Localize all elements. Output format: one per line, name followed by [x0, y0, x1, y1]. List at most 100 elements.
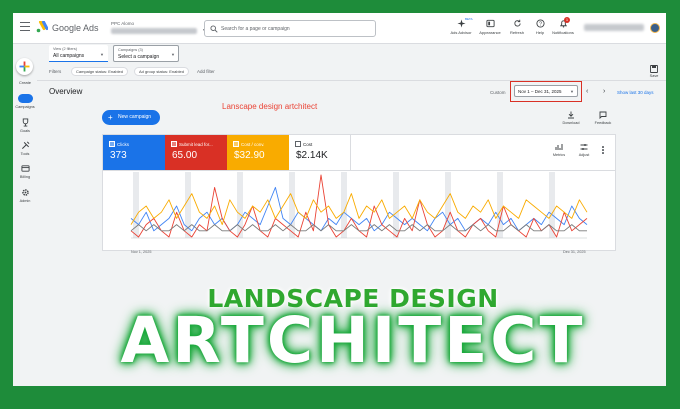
- adjust-label: Adjust: [578, 153, 590, 157]
- chevron-down-icon: ▼: [570, 89, 574, 94]
- campaign-selector[interactable]: Campaigns (3) Select a campaign ▼: [113, 45, 179, 62]
- save-icon: [650, 65, 658, 73]
- metric-title: Clicks: [109, 141, 129, 147]
- tools-icon: [21, 141, 29, 150]
- adjust-icon: [580, 144, 588, 150]
- view-value: All campaigns: [53, 53, 85, 59]
- view-filter-count: View (2 filters): [53, 47, 77, 51]
- x-axis-end-label: Dec 31, 2025: [563, 250, 586, 254]
- ads-advisor-button[interactable]: BETA Ads Advisor: [445, 17, 477, 35]
- search-icon: [210, 25, 218, 33]
- hamburger-menu-icon[interactable]: [20, 22, 30, 32]
- sidebar-item-tools[interactable]: Tools: [13, 141, 37, 156]
- help-icon: ?: [535, 19, 545, 28]
- gear-icon: [21, 189, 29, 196]
- create-button[interactable]: [16, 58, 33, 75]
- download-button[interactable]: Download: [559, 111, 583, 125]
- trophy-icon: [22, 118, 28, 127]
- more-options-icon[interactable]: [602, 146, 604, 155]
- app-name: Google Ads: [52, 23, 99, 33]
- sidebar-item-label: Tools: [20, 152, 30, 156]
- weekend-band: [289, 172, 295, 238]
- filter-chip-campaign-status[interactable]: Campaign status: Enabled: [71, 67, 128, 76]
- feedback-button[interactable]: Feedback: [591, 111, 615, 125]
- save-label: Save: [649, 74, 659, 78]
- campaign-value: Select a campaign: [118, 54, 160, 60]
- series-line-1: [130, 174, 588, 238]
- ads-advisor-label: Ads Advisor: [450, 30, 472, 35]
- x-axis-start-label: Nov 1, 2025: [131, 250, 152, 254]
- caption-text: Lanscape design artchitect: [222, 102, 318, 111]
- metrics-icon: [555, 144, 563, 150]
- metric-value: 373: [110, 150, 127, 161]
- billing-icon: [20, 165, 30, 172]
- previous-period-icon[interactable]: ‹: [586, 88, 588, 95]
- metric-title: Cost: [295, 141, 312, 147]
- metric-cost-per-conv[interactable]: Cost / conv. $32.90: [227, 135, 289, 170]
- metrics-label: Metrics: [552, 153, 566, 157]
- sidebar-item-label: Goals: [20, 129, 30, 133]
- notification-count-badge: 1: [564, 17, 570, 23]
- metric-value: 65.00: [172, 150, 198, 161]
- page-title: Overview: [49, 87, 83, 96]
- weekend-band: [341, 172, 347, 238]
- add-filter-link[interactable]: Add filter: [197, 69, 215, 74]
- metric-title: Submit lead for...: [171, 141, 213, 147]
- filter-chip-ad-group-status[interactable]: Ad group status: Enabled: [134, 67, 189, 76]
- sidebar-item-goals[interactable]: Goals: [13, 118, 37, 133]
- save-button[interactable]: Save: [647, 65, 661, 78]
- sidebar-item-admin[interactable]: Admin: [13, 188, 37, 203]
- plus-icon: [19, 61, 30, 72]
- account-id-blurred: [111, 28, 197, 34]
- sidebar-item-campaigns[interactable]: Campaigns: [13, 94, 37, 109]
- view-selector[interactable]: View (2 filters) All campaigns ▼: [49, 45, 108, 62]
- search-placeholder: Search for a page or campaign: [221, 26, 290, 32]
- plus-icon: +: [108, 113, 113, 122]
- svg-text:?: ?: [539, 21, 542, 27]
- metric-clicks[interactable]: Clicks 373: [103, 135, 165, 170]
- series-line-2: [130, 193, 588, 226]
- sidebar-item-label: Campaigns: [15, 105, 35, 109]
- metric-cost[interactable]: Cost $2.14K: [289, 135, 351, 170]
- sidebar-item-label: Admin: [19, 199, 31, 203]
- series-line-3: [130, 224, 587, 232]
- sidebar-item-billing[interactable]: Billing: [13, 164, 37, 179]
- metric-value: $2.14K: [296, 150, 328, 161]
- weekend-band: [549, 172, 555, 238]
- create-label: Create: [18, 80, 31, 85]
- account-switcher[interactable]: PPC Alomo: [111, 21, 197, 34]
- chevron-down-icon: ▼: [171, 52, 175, 57]
- download-icon: [568, 111, 574, 119]
- google-ads-window: Google Ads PPC Alomo ▼ Search for a page…: [13, 13, 666, 386]
- next-period-icon[interactable]: ›: [603, 88, 605, 95]
- date-range-picker[interactable]: Nov 1 – Dec 31, 2025 ▼: [514, 85, 578, 97]
- search-input[interactable]: Search for a page or campaign: [204, 20, 376, 37]
- campaign-count: Campaigns (3): [118, 48, 143, 52]
- metric-title: Cost / conv.: [233, 141, 264, 147]
- metrics-button[interactable]: Metrics: [548, 143, 570, 157]
- top-bar: Google Ads PPC Alomo ▼ Search for a page…: [13, 13, 666, 44]
- show-last-30-days-link[interactable]: Show last 30 days: [617, 90, 654, 95]
- account-email-blurred: [584, 24, 644, 31]
- new-campaign-label: New campaign: [118, 114, 152, 120]
- chevron-down-icon: ▼: [100, 52, 104, 57]
- metric-value: $32.90: [234, 150, 265, 161]
- feedback-label: Feedback: [594, 121, 612, 125]
- date-range-value: Nov 1 – Dec 31, 2025: [518, 89, 562, 94]
- new-campaign-button[interactable]: + New campaign: [102, 110, 160, 125]
- account-label: PPC Alomo: [111, 21, 135, 26]
- metric-submit-lead[interactable]: Submit lead for... 65.00: [165, 135, 227, 170]
- custom-range-label: Custom: [490, 90, 506, 95]
- filters-label: Filters: [49, 69, 62, 74]
- appearance-icon: [485, 19, 495, 28]
- notifications-label: Notifications: [552, 30, 574, 35]
- download-label: Download: [562, 121, 580, 125]
- feedback-icon: [599, 111, 607, 119]
- notifications-button[interactable]: 1 Notifications: [547, 17, 579, 35]
- campaigns-icon: [17, 94, 33, 103]
- banner-headline-large: ARTCHITECT: [120, 304, 586, 377]
- avatar[interactable]: [650, 23, 660, 33]
- adjust-button[interactable]: Adjust: [573, 143, 595, 157]
- performance-line-chart: [130, 172, 588, 239]
- google-ads-logo-icon: [36, 21, 48, 33]
